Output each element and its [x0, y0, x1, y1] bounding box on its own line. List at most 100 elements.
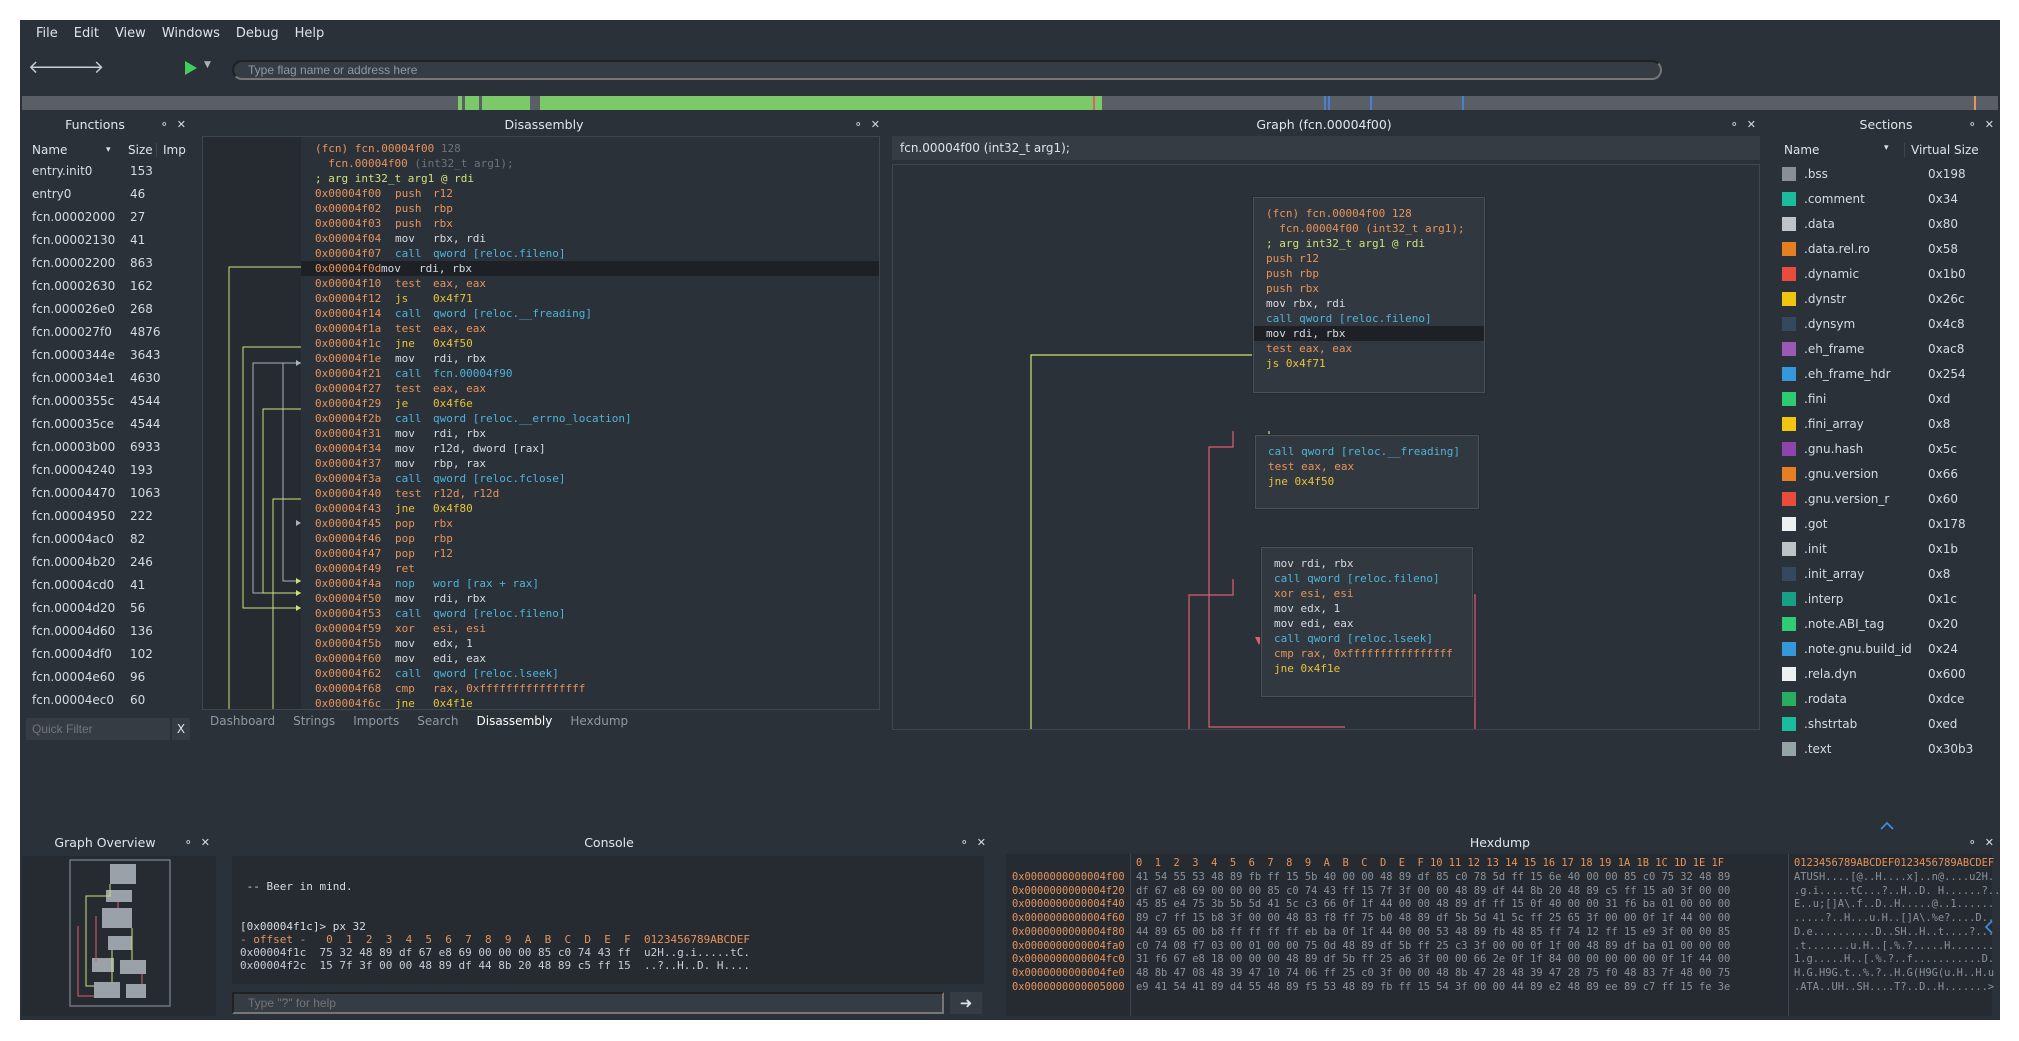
hex-row-ascii[interactable]: .t.......u.H..[.%.?.....H....... — [1794, 940, 1994, 954]
hex-row-bytes[interactable]: 41 54 55 53 48 89 fb ff 15 5b 40 00 00 4… — [1136, 871, 1730, 885]
hexdump-view[interactable]: 0 1 2 3 4 5 6 7 8 9 A B C D E F 10 11 12… — [1006, 854, 2000, 1016]
disassembly-line[interactable]: ; arg int32_t arg1 @ rdi — [315, 171, 474, 186]
close-icon[interactable]: ✕ — [1985, 118, 1994, 131]
hex-row-bytes[interactable]: 45 85 e4 75 3b 5b 5d 41 5c c3 66 0f 1f 4… — [1136, 898, 1730, 912]
function-row[interactable]: fcn.00004d60 136 — [26, 620, 190, 643]
disassembly-line[interactable]: 0x00004f59 xor esi, esi — [315, 621, 486, 636]
disassembly-line[interactable]: 0x00004f07 call qword [reloc.fileno] — [315, 246, 565, 261]
disassembly-line[interactable]: fcn.00004f00 (int32_t arg1); — [315, 156, 513, 171]
graph-instruction[interactable]: cmp rax, 0xffffffffffffffff — [1274, 646, 1460, 661]
back-arrow-icon[interactable]: 🡐 — [28, 58, 76, 78]
section-row[interactable]: .eh_frame_hdr 0x254 — [1780, 362, 2000, 387]
hex-row-bytes[interactable]: 31 f6 67 e8 18 00 00 00 48 89 df 5b ff 2… — [1136, 953, 1730, 967]
section-row[interactable]: .gnu.version_r 0x60 — [1780, 487, 2000, 512]
function-row[interactable]: fcn.00002000 27 — [26, 206, 190, 229]
hex-row-ascii[interactable]: H.G.H9G.t..%.?..H.G(H9G(u.H..H.u — [1794, 967, 1994, 981]
close-icon[interactable]: ✕ — [871, 118, 880, 131]
column-name[interactable]: Name — [26, 143, 106, 157]
disassembly-line[interactable]: (fcn) fcn.00004f00 128 — [315, 141, 461, 156]
graph-canvas[interactable]: (fcn) fcn.00004f00 128 fcn.00004f00 (int… — [892, 164, 1760, 730]
function-row[interactable]: fcn.000035ce 4544 — [26, 413, 190, 436]
graph-block-entry[interactable]: (fcn) fcn.00004f00 128 fcn.00004f00 (int… — [1253, 197, 1485, 393]
disassembly-line[interactable]: 0x00004f34 mov r12d, dword [rax] — [315, 441, 546, 456]
disassembly-line[interactable]: 0x00004f6c jne 0x4f1e — [315, 696, 473, 709]
clear-filter-button[interactable]: X — [172, 718, 190, 740]
section-row[interactable]: .data 0x80 — [1780, 212, 2000, 237]
graph-overview-canvas[interactable] — [22, 856, 216, 1016]
address-overview-bar[interactable] — [22, 96, 1998, 110]
graph-instruction[interactable]: push rbp — [1266, 266, 1472, 281]
float-icon[interactable]: ⚬ — [184, 836, 193, 849]
disassembly-line[interactable]: 0x00004f4a nop word [rax + rax] — [315, 576, 539, 591]
forward-arrow-icon[interactable]: 🡒 — [56, 58, 104, 78]
graph-instruction[interactable]: mov rdi, rbx — [1274, 556, 1460, 571]
disassembly-line[interactable]: 0x00004f37 mov rbp, rax — [315, 456, 486, 471]
disassembly-line[interactable]: 0x00004f10 test eax, eax — [315, 276, 486, 291]
address-input[interactable] — [232, 60, 1662, 80]
disassembly-line[interactable]: 0x00004f2b call qword [reloc.__errno_locat… — [315, 411, 632, 426]
close-icon[interactable]: ✕ — [977, 836, 986, 849]
function-row[interactable]: fcn.00004cd0 41 — [26, 574, 190, 597]
disassembly-line[interactable]: 0x00004f60 mov edi, eax — [315, 651, 486, 666]
function-row[interactable]: fcn.0000355c 4544 — [26, 390, 190, 413]
section-row[interactable]: .bss 0x198 — [1780, 162, 2000, 187]
float-icon[interactable]: ⚬ — [1730, 118, 1739, 131]
disassembly-line[interactable]: 0x00004f04 mov rbx, rdi — [315, 231, 486, 246]
disassembly-line[interactable]: 0x00004f49 ret — [315, 561, 415, 576]
section-row[interactable]: .text 0x30b3 — [1780, 737, 2000, 762]
disassembly-line[interactable]: 0x00004f1c jne 0x4f50 — [315, 336, 473, 351]
tab-strings[interactable]: Strings — [293, 714, 335, 732]
execute-button[interactable]: ➜ — [950, 992, 982, 1014]
disassembly-line[interactable]: 0x00004f12 js 0x4f71 — [315, 291, 473, 306]
graph-instruction[interactable]: mov rbx, rdi — [1266, 296, 1472, 311]
function-row[interactable]: fcn.000027f0 4876 — [26, 321, 190, 344]
disassembly-line[interactable]: 0x00004f14 call qword [reloc.__freading] — [315, 306, 592, 321]
function-row[interactable]: fcn.00004ec0 60 — [26, 689, 190, 705]
menu-file[interactable]: File — [28, 20, 66, 48]
disassembly-line[interactable]: 0x00004f47 pop r12 — [315, 546, 453, 561]
graph-instruction[interactable]: call qword [reloc.lseek] — [1274, 631, 1460, 646]
console-input[interactable] — [232, 992, 944, 1014]
function-row[interactable]: fcn.00003b00 6933 — [26, 436, 190, 459]
section-row[interactable]: .gnu.hash 0x5c — [1780, 437, 2000, 462]
function-row[interactable]: fcn.00004df0 102 — [26, 643, 190, 666]
function-row[interactable]: fcn.000034e1 4630 — [26, 367, 190, 390]
close-icon[interactable]: ✕ — [1747, 118, 1756, 131]
function-row[interactable]: fcn.00002130 41 — [26, 229, 190, 252]
disassembly-line[interactable]: 0x00004f29 je 0x4f6e — [315, 396, 473, 411]
tab-dashboard[interactable]: Dashboard — [210, 714, 275, 732]
graph-instruction[interactable]: jne 0x4f1e — [1274, 661, 1460, 676]
float-icon[interactable]: ⚬ — [854, 118, 863, 131]
float-icon[interactable]: ⚬ — [960, 836, 969, 849]
function-row[interactable]: fcn.00004470 1063 — [26, 482, 190, 505]
disassembly-line[interactable]: 0x00004f03 push rbx — [315, 216, 453, 231]
close-icon[interactable]: ✕ — [1985, 836, 1994, 849]
function-row[interactable]: fcn.0000344e 3643 — [26, 344, 190, 367]
section-row[interactable]: .shstrtab 0xed — [1780, 712, 2000, 737]
graph-instruction[interactable]: ; arg int32_t arg1 @ rdi — [1266, 236, 1472, 251]
close-icon[interactable]: ✕ — [201, 836, 210, 849]
hex-row-bytes[interactable]: e9 41 54 41 89 d4 55 48 89 f5 53 48 89 f… — [1136, 981, 1730, 995]
graph-instruction[interactable]: (fcn) fcn.00004f00 128 — [1266, 206, 1472, 221]
hex-row-ascii[interactable]: E..u;[]A\.f..D..H.....@..1...... — [1794, 898, 1994, 912]
menu-help[interactable]: Help — [287, 20, 333, 48]
quick-filter-input[interactable] — [26, 718, 170, 740]
play-icon[interactable] — [184, 60, 198, 76]
hex-row-bytes[interactable]: 89 c7 ff 15 b8 3f 00 00 48 83 f8 ff 75 b… — [1136, 912, 1730, 926]
hex-row-ascii[interactable]: 1.g.....H..[.%.?..f...........D. — [1794, 953, 1994, 967]
section-row[interactable]: .note.ABI_tag 0x20 — [1780, 612, 2000, 637]
graph-instruction[interactable]: mov rdi, rbx — [1254, 326, 1484, 341]
hex-row-ascii[interactable]: D.e..........D..SH..H..t....?... — [1794, 926, 1994, 940]
disassembly-line[interactable]: 0x00004f00 push r12 — [315, 186, 453, 201]
float-icon[interactable]: ⚬ — [160, 118, 169, 131]
disassembly-line[interactable]: 0x00004f21 call fcn.00004f90 — [315, 366, 512, 381]
disassembly-line[interactable]: 0x00004f45 pop rbx — [315, 516, 453, 531]
function-row[interactable]: fcn.00004240 193 — [26, 459, 190, 482]
hex-row-ascii[interactable]: .ATA..UH..SH....T?..D..H.......> — [1794, 981, 1994, 995]
tab-search[interactable]: Search — [417, 714, 458, 732]
hex-row-ascii[interactable]: .g.i.....tC...?..H..D. H......?.. — [1794, 885, 2000, 899]
disassembly-line[interactable]: 0x00004f50 mov rdi, rbx — [315, 591, 486, 606]
graph-instruction[interactable]: call qword [reloc.__freading] — [1268, 444, 1466, 459]
disassembly-line[interactable]: 0x00004f68 cmp rax, 0xffffffffffffffff — [315, 681, 585, 696]
graph-block-lseek[interactable]: mov rdi, rbx call qword [reloc.fileno] xor… — [1261, 547, 1473, 697]
